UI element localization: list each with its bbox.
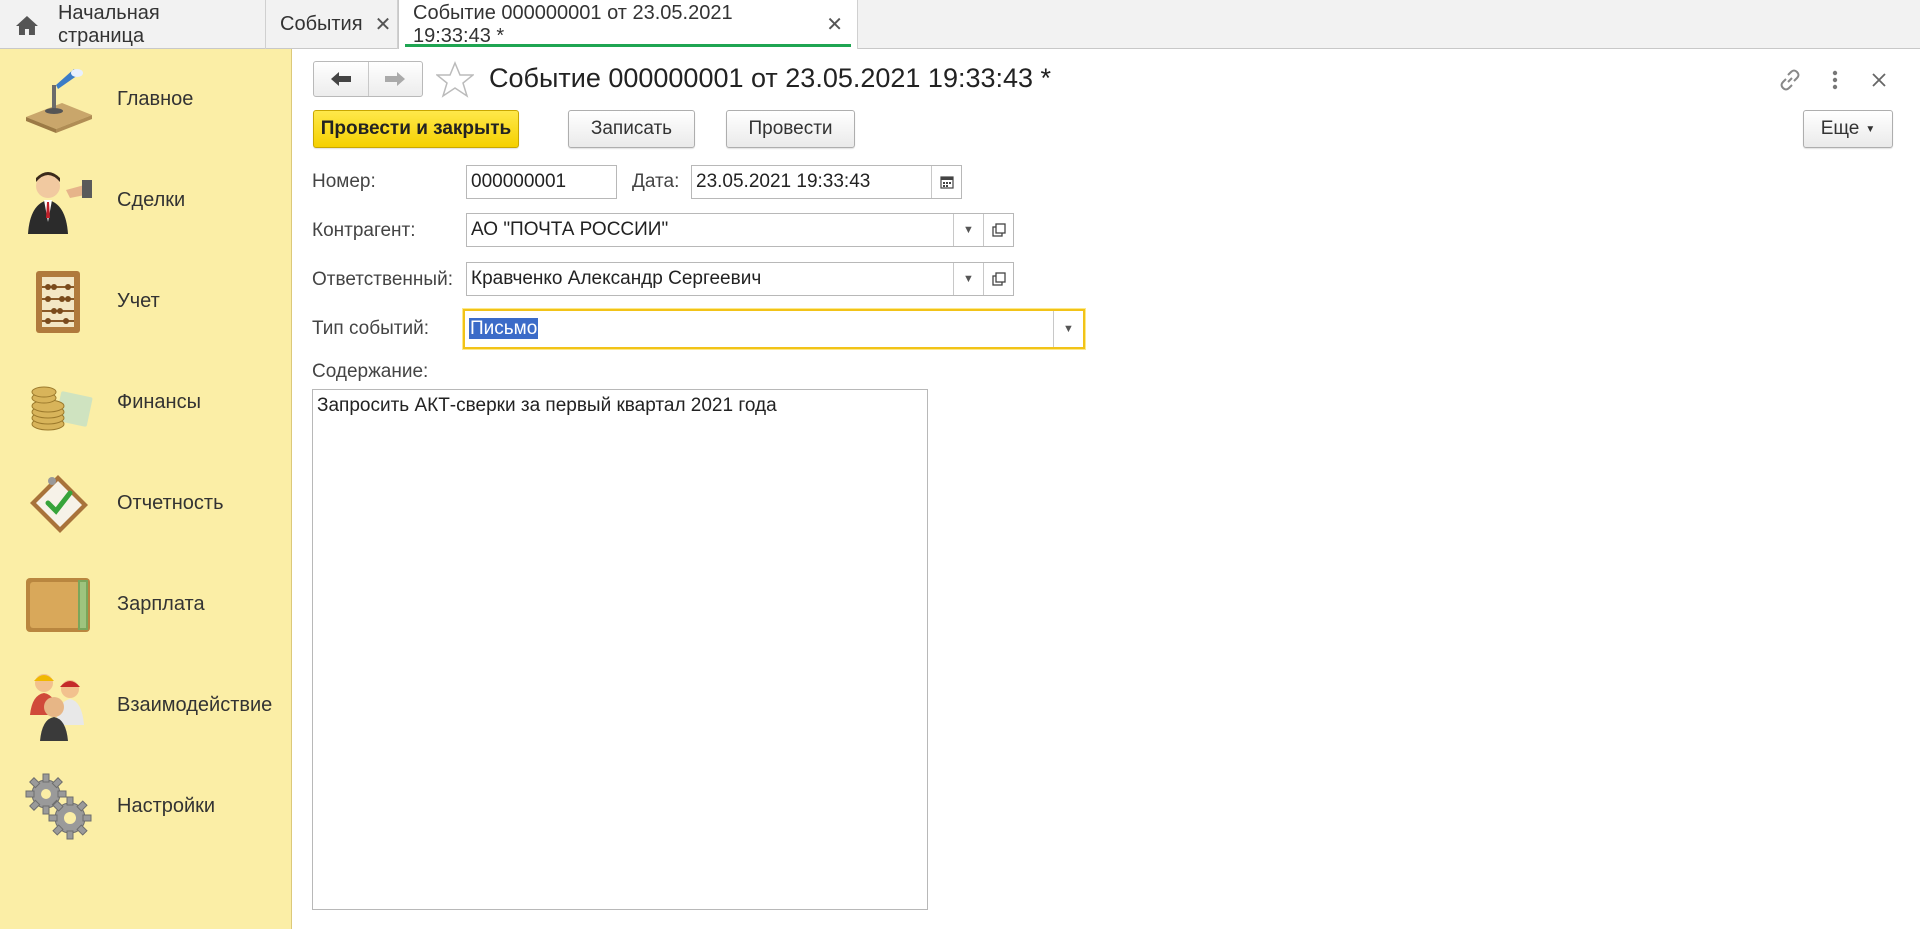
- arrow-left-icon: [330, 72, 351, 86]
- wallet-icon: [26, 578, 90, 632]
- save-button[interactable]: Записать: [568, 110, 695, 148]
- sidebar-item-label: Финансы: [117, 390, 201, 413]
- number-field[interactable]: 000000001: [466, 165, 617, 199]
- calendar-icon[interactable]: [931, 166, 961, 198]
- sidebar-item-label: Сделки: [117, 188, 186, 211]
- event-type-value: Письмо: [469, 318, 539, 339]
- chevron-down-icon: ▼: [1865, 123, 1876, 135]
- responsible-label: Ответственный:: [312, 269, 453, 290]
- sidebar-item-label: Отчетность: [117, 491, 224, 514]
- more-button[interactable]: Еще ▼: [1803, 110, 1893, 148]
- event-type-label: Тип событий:: [312, 318, 429, 339]
- sidebar-item-label: Зарплата: [117, 592, 205, 615]
- post-and-close-button[interactable]: Провести и закрыть: [313, 110, 519, 148]
- close-icon[interactable]: ✕: [375, 12, 392, 37]
- document-form: Событие 000000001 от 23.05.2021 19:33:43…: [293, 49, 1920, 929]
- desk-lamp-icon: [26, 69, 92, 133]
- tab-bar: Начальная страница События ✕ Событие 000…: [0, 0, 1920, 49]
- handshake-icon: [28, 172, 92, 234]
- more-button-label: Еще: [1820, 118, 1860, 139]
- date-field[interactable]: 23.05.2021 19:33:43: [691, 165, 962, 199]
- sidebar-item-settings[interactable]: Настройки: [0, 756, 292, 856]
- tab-home-label: Начальная страница: [57, 1, 160, 47]
- sidebar-item-reports[interactable]: Отчетность: [0, 453, 292, 553]
- more-actions-icon[interactable]: [1820, 65, 1850, 95]
- tab-document-label: Событие 000000001 от 23.05.2021 19:33:43…: [413, 1, 733, 47]
- open-icon[interactable]: [983, 263, 1013, 295]
- counterparty-field[interactable]: АО "ПОЧТА РОССИИ" ▼: [466, 213, 1014, 247]
- sidebar-item-label: Главное: [117, 87, 194, 110]
- navigation-buttons: [313, 61, 423, 97]
- content-textarea[interactable]: Запросить АКТ-сверки за первый квартал 2…: [312, 389, 928, 910]
- clipboard-check-icon: [30, 475, 88, 533]
- chevron-down-icon[interactable]: ▼: [953, 214, 983, 246]
- content-label: Содержание:: [312, 361, 429, 382]
- abacus-icon: [36, 271, 80, 333]
- chevron-down-icon[interactable]: ▼: [953, 263, 983, 295]
- tab-document[interactable]: Событие 000000001 от 23.05.2021 19:33:43…: [398, 0, 858, 49]
- sidebar-item-finance[interactable]: Финансы: [0, 352, 292, 452]
- back-button[interactable]: [314, 62, 369, 96]
- tab-events[interactable]: События ✕: [266, 0, 398, 49]
- date-value: 23.05.2021 19:33:43: [696, 171, 871, 192]
- open-icon[interactable]: [983, 214, 1013, 246]
- page-title: Событие 000000001 от 23.05.2021 19:33:43…: [489, 63, 1052, 93]
- sidebar-item-label: Учет: [117, 289, 160, 312]
- responsible-field[interactable]: Кравченко Александр Сергеевич ▼: [466, 262, 1014, 296]
- arrow-right-icon: [385, 72, 406, 86]
- chevron-down-icon[interactable]: ▼: [1053, 311, 1083, 347]
- coins-icon: [31, 386, 93, 431]
- link-icon[interactable]: [1775, 65, 1805, 95]
- star-icon[interactable]: [436, 61, 474, 99]
- number-value: 000000001: [471, 171, 567, 192]
- responsible-value: Кравченко Александр Сергеевич: [471, 268, 762, 289]
- counterparty-label: Контрагент:: [312, 220, 416, 241]
- event-type-field[interactable]: Письмо ▼: [463, 309, 1085, 349]
- people-icon: [30, 674, 84, 741]
- tab-events-label: События: [280, 13, 363, 35]
- sidebar-item-interaction[interactable]: Взаимодействие: [0, 655, 292, 755]
- date-label: Дата:: [632, 171, 680, 192]
- tab-home[interactable]: Начальная страница: [0, 0, 266, 49]
- sidebar: Главное Сделки Учет Финансы Отчетность З…: [0, 49, 292, 929]
- forward-button[interactable]: [369, 62, 423, 96]
- sidebar-item-deals[interactable]: Сделки: [0, 150, 292, 250]
- number-label: Номер:: [312, 171, 376, 192]
- sidebar-item-salary[interactable]: Зарплата: [0, 554, 292, 654]
- close-icon[interactable]: [1864, 65, 1894, 95]
- counterparty-value: АО "ПОЧТА РОССИИ": [471, 219, 669, 240]
- home-icon: [15, 15, 38, 35]
- sidebar-item-accounting[interactable]: Учет: [0, 251, 292, 351]
- sidebar-item-label: Настройки: [117, 794, 216, 817]
- post-button[interactable]: Провести: [726, 110, 855, 148]
- sidebar-item-label: Взаимодействие: [117, 693, 273, 716]
- sidebar-item-main[interactable]: Главное: [0, 49, 292, 149]
- close-icon[interactable]: ✕: [826, 12, 843, 37]
- gears-icon: [25, 773, 92, 840]
